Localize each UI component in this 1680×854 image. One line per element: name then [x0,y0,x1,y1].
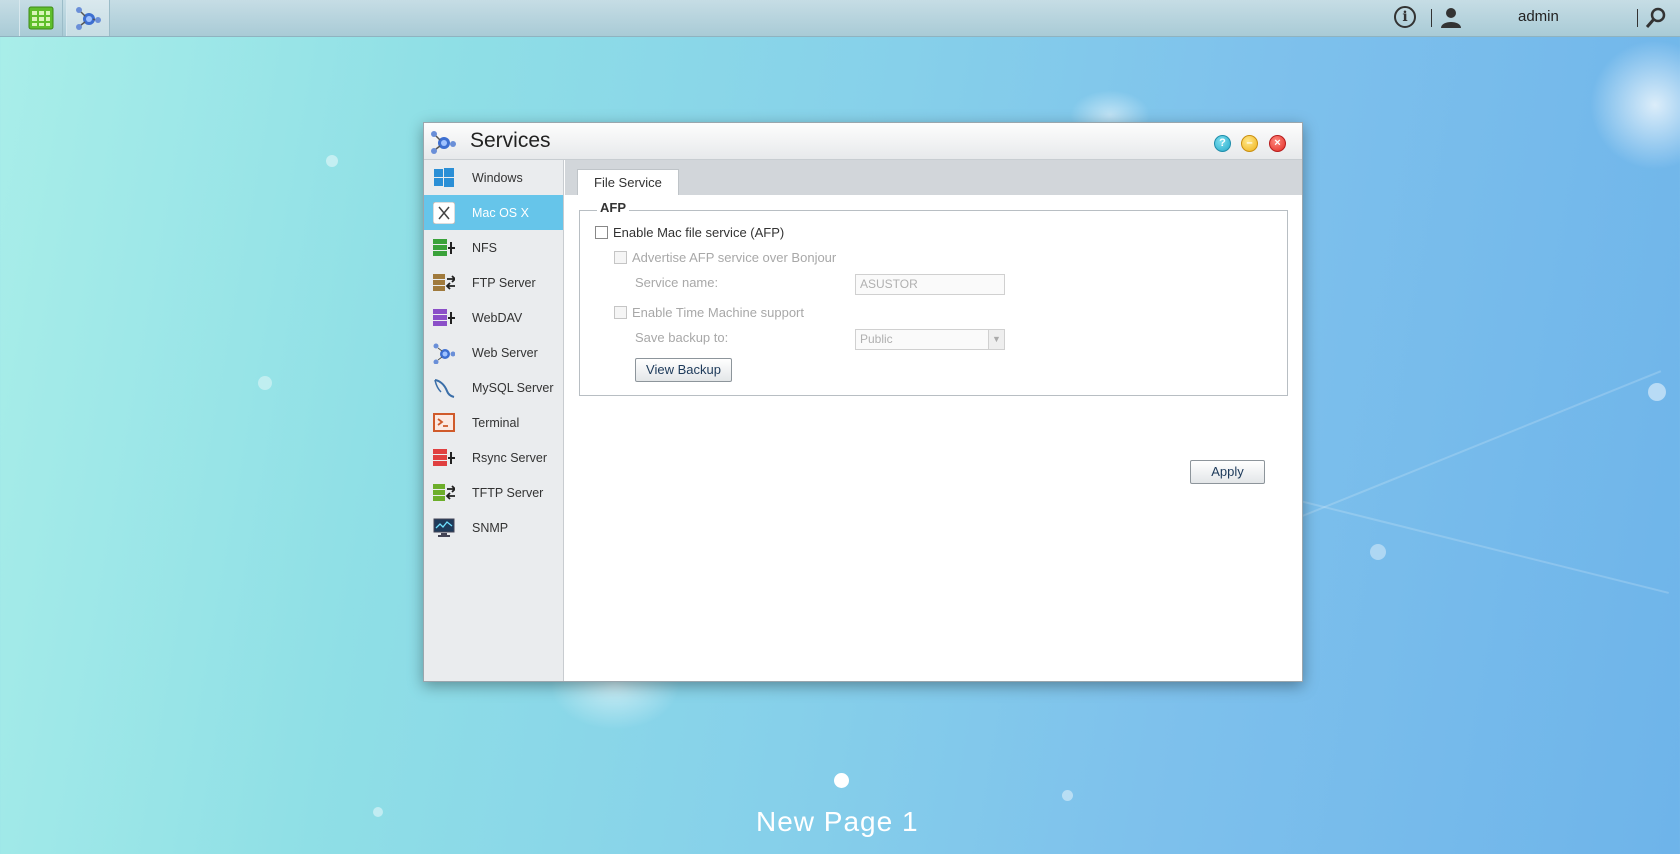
chevron-down-icon[interactable]: ▼ [988,330,1004,349]
sidebar-item-label: Mac OS X [472,205,529,220]
sidebar-item-nfs[interactable]: NFS [424,230,563,265]
info-icon[interactable]: i [1394,6,1416,28]
window-titlebar[interactable]: Services ? – × [424,123,1302,160]
save-backup-label: Save backup to: [635,330,728,345]
sidebar-item-web-server[interactable]: Web Server [424,335,563,370]
help-icon: ? [1219,137,1226,149]
nfs-icon [433,237,455,259]
user-icon[interactable] [1440,6,1462,28]
taskbar-divider [1431,9,1432,27]
page-label: New Page 1 [756,806,919,837]
close-button[interactable]: × [1269,135,1286,152]
sidebar-item-terminal[interactable]: Terminal [424,405,563,440]
sidebar-item-label: Windows [472,170,523,185]
background-dot [1648,383,1666,401]
sidebar-item-label: SNMP [472,520,509,535]
user-name[interactable]: admin [1518,8,1559,25]
services-sidebar: Windows Mac OS X NFS FTP Server WebDAV W… [424,160,564,681]
time-machine-label: Enable Time Machine support [632,305,804,320]
enable-afp-checkbox[interactable] [595,226,608,239]
sidebar-item-label: MySQL Server [472,380,554,395]
background-dot [1370,544,1386,560]
apply-button[interactable]: Apply [1190,460,1265,484]
background-dot [326,155,338,167]
snmp-icon [433,517,455,539]
sidebar-item-label: WebDAV [472,310,523,325]
sidebar-item-label: Terminal [472,415,520,430]
sidebar-item-mac-os-x[interactable]: Mac OS X [424,195,563,230]
services-icon [431,131,456,154]
bonjour-label: Advertise AFP service over Bonjour [632,250,837,265]
taskbar-divider [1637,9,1638,27]
save-backup-select[interactable]: Public ▼ [855,329,1005,350]
enable-afp-row: Enable Mac file service (AFP) [595,225,784,240]
tftp-server-icon [433,482,455,504]
sidebar-item-label: Rsync Server [472,450,548,465]
time-machine-row: Enable Time Machine support [614,305,804,320]
sidebar-item-label: TFTP Server [472,485,544,500]
sidebar-item-ftp-server[interactable]: FTP Server [424,265,563,300]
sidebar-item-mysql-server[interactable]: MySQL Server [424,370,563,405]
window-title: Services [470,129,551,152]
service-name-label: Service name: [635,275,718,290]
minimize-button[interactable]: – [1241,135,1258,152]
taskbar-app-launcher[interactable] [19,0,63,36]
tab-file-service[interactable]: File Service [577,169,679,195]
sidebar-item-label: NFS [472,240,497,255]
taskbar-app-services[interactable] [66,0,110,36]
sidebar-item-label: Web Server [472,345,538,360]
sidebar-item-snmp[interactable]: SNMP [424,510,563,545]
tab-bar: File Service [565,160,1302,195]
sidebar-item-rsync-server[interactable]: Rsync Server [424,440,563,475]
sidebar-item-tftp-server[interactable]: TFTP Server [424,475,563,510]
afp-group-title: AFP [597,200,629,215]
service-name-label-text: Service name: [635,275,719,290]
ftp-server-icon [433,272,455,294]
help-button[interactable]: ? [1214,135,1231,152]
webdav-icon [433,307,455,329]
afp-group: AFP Enable Mac file service (AFP) Advert… [579,200,1288,396]
taskbar: i admin [0,0,1680,37]
save-backup-value: Public [860,332,893,346]
mac-os-x-icon [433,201,455,224]
sidebar-item-webdav[interactable]: WebDAV [424,300,563,335]
rsync-server-icon [433,447,455,469]
app-grid-icon [28,6,54,30]
time-machine-checkbox[interactable] [614,306,627,319]
mysql-server-icon [433,377,455,399]
terminal-icon [433,412,455,434]
web-server-icon [433,342,455,364]
background-dot [373,807,383,817]
minimize-icon: – [1246,137,1253,149]
background-streak [1289,370,1662,522]
sidebar-item-label: FTP Server [472,275,536,290]
background-dot [258,376,272,390]
bonjour-row: Advertise AFP service over Bonjour [614,250,836,265]
close-icon: × [1274,137,1281,149]
view-backup-button[interactable]: View Backup [635,358,732,382]
services-icon [76,7,101,30]
bonjour-checkbox[interactable] [614,251,627,264]
services-content: File Service AFP Enable Mac file service… [565,160,1302,681]
services-window: Services ? – × Windows Mac OS X NFS FTP … [423,122,1303,682]
search-icon[interactable] [1645,7,1667,29]
enable-afp-label[interactable]: Enable Mac file service (AFP) [613,225,784,240]
sidebar-item-windows[interactable]: Windows [424,160,563,195]
service-name-input[interactable]: ASUSTOR [855,274,1005,295]
windows-icon [433,167,455,189]
background-glow [1590,40,1680,170]
background-streak [1299,500,1669,594]
page-indicator-dot[interactable] [834,773,849,788]
background-dot [1062,790,1073,801]
save-backup-label-text: Save backup to: [635,330,729,345]
